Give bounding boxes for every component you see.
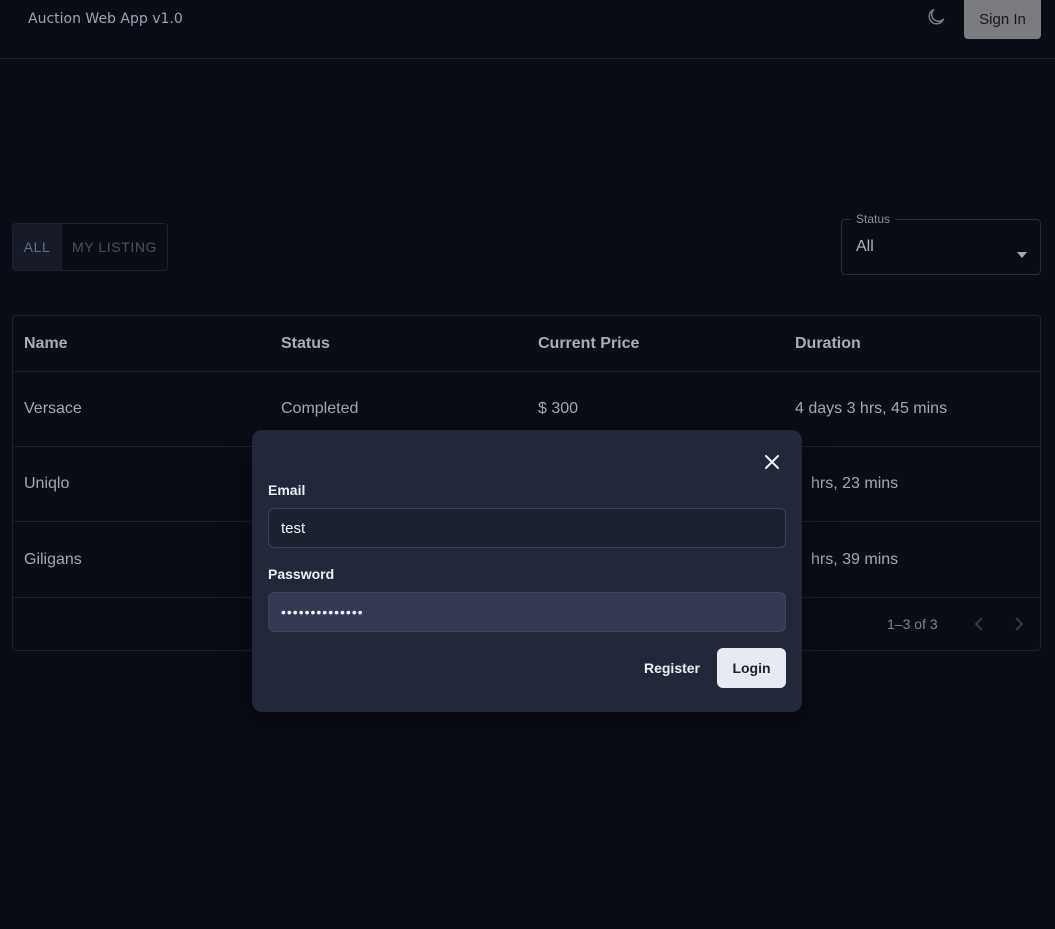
chevron-left-icon[interactable] <box>969 614 989 634</box>
sign-in-button[interactable]: Sign In <box>964 0 1041 39</box>
cell-duration: hrs, 39 mins <box>811 550 899 568</box>
email-label: Email <box>268 482 306 498</box>
tab-all[interactable]: ALL <box>13 224 62 270</box>
login-button[interactable]: Login <box>717 648 786 688</box>
cell-name: Uniqlo <box>24 475 70 492</box>
status-value: All <box>856 238 874 255</box>
register-button[interactable]: Register <box>636 648 708 688</box>
chevron-right-icon[interactable] <box>1009 614 1029 634</box>
column-header-name[interactable]: Name <box>24 316 68 371</box>
tab-my-listing[interactable]: MY LISTING <box>62 224 167 270</box>
cell-duration: hrs, 23 mins <box>811 475 899 492</box>
app-title: Auction Web App v1.0 <box>28 11 183 27</box>
column-header-status[interactable]: Status <box>281 316 330 371</box>
cell-duration: 4 days 3 hrs, 45 mins <box>795 400 948 417</box>
column-header-duration[interactable]: Duration <box>795 316 861 371</box>
close-icon[interactable] <box>760 450 784 474</box>
cell-name: Giligans <box>24 550 82 568</box>
status-select[interactable]: Status All <box>841 212 1041 275</box>
moon-icon[interactable] <box>924 4 948 30</box>
password-field[interactable]: •••••••••••••• <box>268 592 786 632</box>
page: Auction Web App v1.0 Sign In ALL MY LIST… <box>0 0 1055 929</box>
column-header-current-price[interactable]: Current Price <box>538 316 639 371</box>
password-label: Password <box>268 566 335 582</box>
cell-name: Versace <box>24 400 82 417</box>
email-field[interactable]: test <box>268 508 786 548</box>
pagination-range: 1–3 of 3 <box>887 616 938 632</box>
caret-down-icon <box>1016 245 1028 263</box>
app-header: Auction Web App v1.0 Sign In <box>0 0 1055 59</box>
status-legend: Status <box>851 212 896 226</box>
table-header-row: Name Status Current Price Duration <box>13 316 1040 372</box>
listing-toggle-group: ALL MY LISTING <box>12 223 168 271</box>
login-modal: Email test Password •••••••••••••• Regis… <box>252 430 802 712</box>
